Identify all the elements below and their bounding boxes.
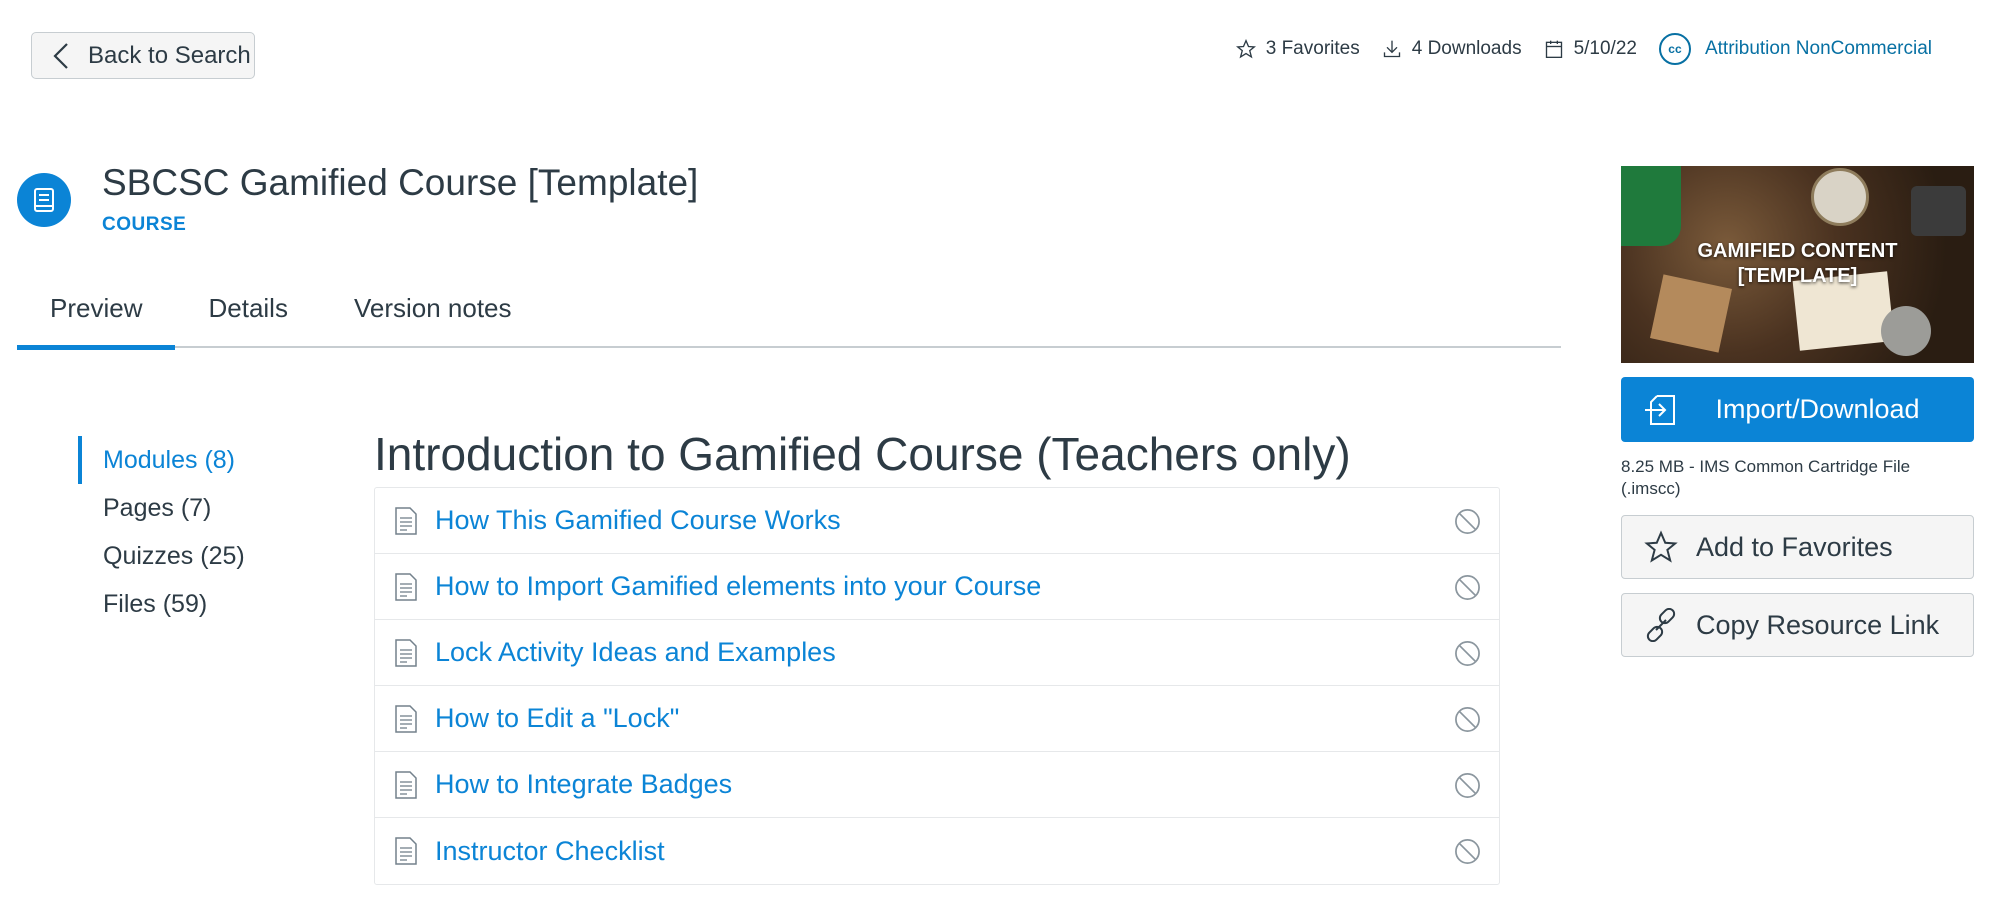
- module-title: Introduction to Gamified Course (Teacher…: [374, 428, 1351, 480]
- module-item-link[interactable]: How to Edit a "Lock": [435, 703, 679, 734]
- unpublished-icon: [1455, 641, 1480, 666]
- list-item: How to Import Gamified elements into you…: [375, 554, 1499, 620]
- add-to-favorites-label: Add to Favorites: [1696, 531, 1893, 562]
- module-item-link[interactable]: Lock Activity Ideas and Examples: [435, 637, 836, 668]
- calendar-icon: [1545, 40, 1562, 58]
- thumbnail-decoration: [1881, 306, 1931, 356]
- add-to-favorites-button[interactable]: Add to Favorites: [1621, 515, 1974, 579]
- creative-commons-icon: cc: [1658, 33, 1691, 65]
- page-icon: [395, 704, 417, 733]
- course-icon: [17, 173, 71, 227]
- tab-details[interactable]: Details: [175, 288, 320, 348]
- copy-resource-link-button[interactable]: Copy Resource Link: [1621, 593, 1974, 657]
- unpublished-icon: [1455, 707, 1480, 732]
- import-icon: [1645, 395, 1675, 425]
- tab-bar: Preview Details Version notes: [17, 288, 1561, 350]
- module-item-link[interactable]: How to Integrate Badges: [435, 769, 732, 800]
- thumbnail-decoration: [1911, 186, 1966, 236]
- page-icon: [395, 837, 417, 865]
- tab-preview[interactable]: Preview: [17, 288, 176, 350]
- resource-type-label: COURSE: [102, 214, 187, 235]
- list-item: How This Gamified Course Works: [375, 488, 1499, 554]
- list-item: How to Integrate Badges: [375, 752, 1499, 818]
- favorites-count: 3 Favorites: [1235, 38, 1360, 60]
- course-thumbnail: GAMIFIED CONTENT [TEMPLATE]: [1621, 166, 1974, 363]
- unpublished-icon: [1455, 839, 1480, 864]
- nav-item-quizzes[interactable]: Quizzes (25): [78, 532, 245, 580]
- resource-meta: 3 Favorites 4 Downloads 5/10/22 cc Attri…: [1214, 33, 1932, 65]
- updated-date: 5/10/22: [1544, 38, 1637, 60]
- page-icon: [395, 638, 417, 667]
- page-icon: [395, 572, 417, 601]
- thumbnail-decoration: [1621, 166, 1681, 246]
- module-item-link[interactable]: How to Import Gamified elements into you…: [435, 571, 1041, 602]
- unpublished-icon: [1455, 575, 1480, 600]
- license-label: Attribution NonCommercial: [1704, 38, 1932, 59]
- import-download-button[interactable]: Import/Download: [1621, 377, 1974, 442]
- unpublished-icon: [1455, 509, 1480, 534]
- star-icon: [1644, 530, 1678, 563]
- back-to-search-button[interactable]: Back to Search: [31, 32, 255, 79]
- downloads-count: 4 Downloads: [1382, 38, 1522, 60]
- module-item-list: How This Gamified Course Works How to Im…: [374, 487, 1500, 885]
- unpublished-icon: [1455, 773, 1480, 798]
- import-download-label: Import/Download: [1715, 394, 1920, 424]
- nav-item-files[interactable]: Files (59): [78, 580, 245, 628]
- nav-item-pages[interactable]: Pages (7): [78, 484, 245, 532]
- page-title: SBCSC Gamified Course [Template]: [102, 162, 699, 203]
- thumbnail-subtitle: [TEMPLATE]: [1737, 265, 1858, 287]
- star-icon: [1235, 39, 1256, 59]
- page-icon: [395, 770, 417, 799]
- copy-resource-link-label: Copy Resource Link: [1696, 609, 1940, 640]
- list-item: Instructor Checklist: [375, 818, 1499, 884]
- nav-item-modules[interactable]: Modules (8): [78, 436, 245, 484]
- list-item: How to Edit a "Lock": [375, 686, 1499, 752]
- content-nav: Modules (8) Pages (7) Quizzes (25) Files…: [78, 436, 245, 628]
- download-icon: [1383, 40, 1400, 58]
- page-icon: [395, 506, 417, 535]
- thumbnail-decoration: [1811, 168, 1869, 226]
- chevron-left-icon: [53, 42, 68, 69]
- module-item-link[interactable]: How This Gamified Course Works: [435, 505, 841, 536]
- tab-version-notes[interactable]: Version notes: [321, 288, 545, 348]
- thumbnail-title: GAMIFIED CONTENT: [1697, 240, 1898, 262]
- file-info: 8.25 MB - IMS Common Cartridge File (.im…: [1621, 457, 1911, 498]
- module-item-link[interactable]: Instructor Checklist: [435, 836, 665, 867]
- license-link[interactable]: cc Attribution NonCommercial: [1658, 33, 1932, 65]
- back-to-search-label: Back to Search: [88, 41, 251, 69]
- list-item: Lock Activity Ideas and Examples: [375, 620, 1499, 686]
- link-icon: [1646, 608, 1676, 642]
